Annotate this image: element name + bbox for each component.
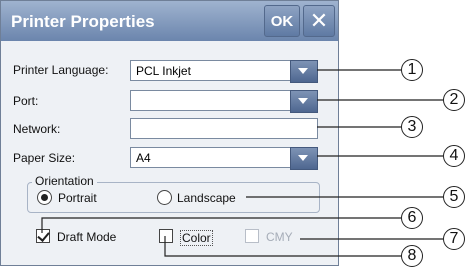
callout-6: 6 bbox=[401, 207, 423, 229]
callout-4: 4 bbox=[443, 145, 465, 167]
callout-2: 2 bbox=[443, 89, 465, 111]
callout-leader-lines bbox=[41, 69, 443, 257]
callout-3: 3 bbox=[401, 116, 423, 138]
callout-7: 7 bbox=[443, 228, 465, 250]
callout-5: 5 bbox=[443, 186, 465, 208]
callout-1: 1 bbox=[401, 59, 423, 81]
callout-8: 8 bbox=[401, 245, 423, 267]
